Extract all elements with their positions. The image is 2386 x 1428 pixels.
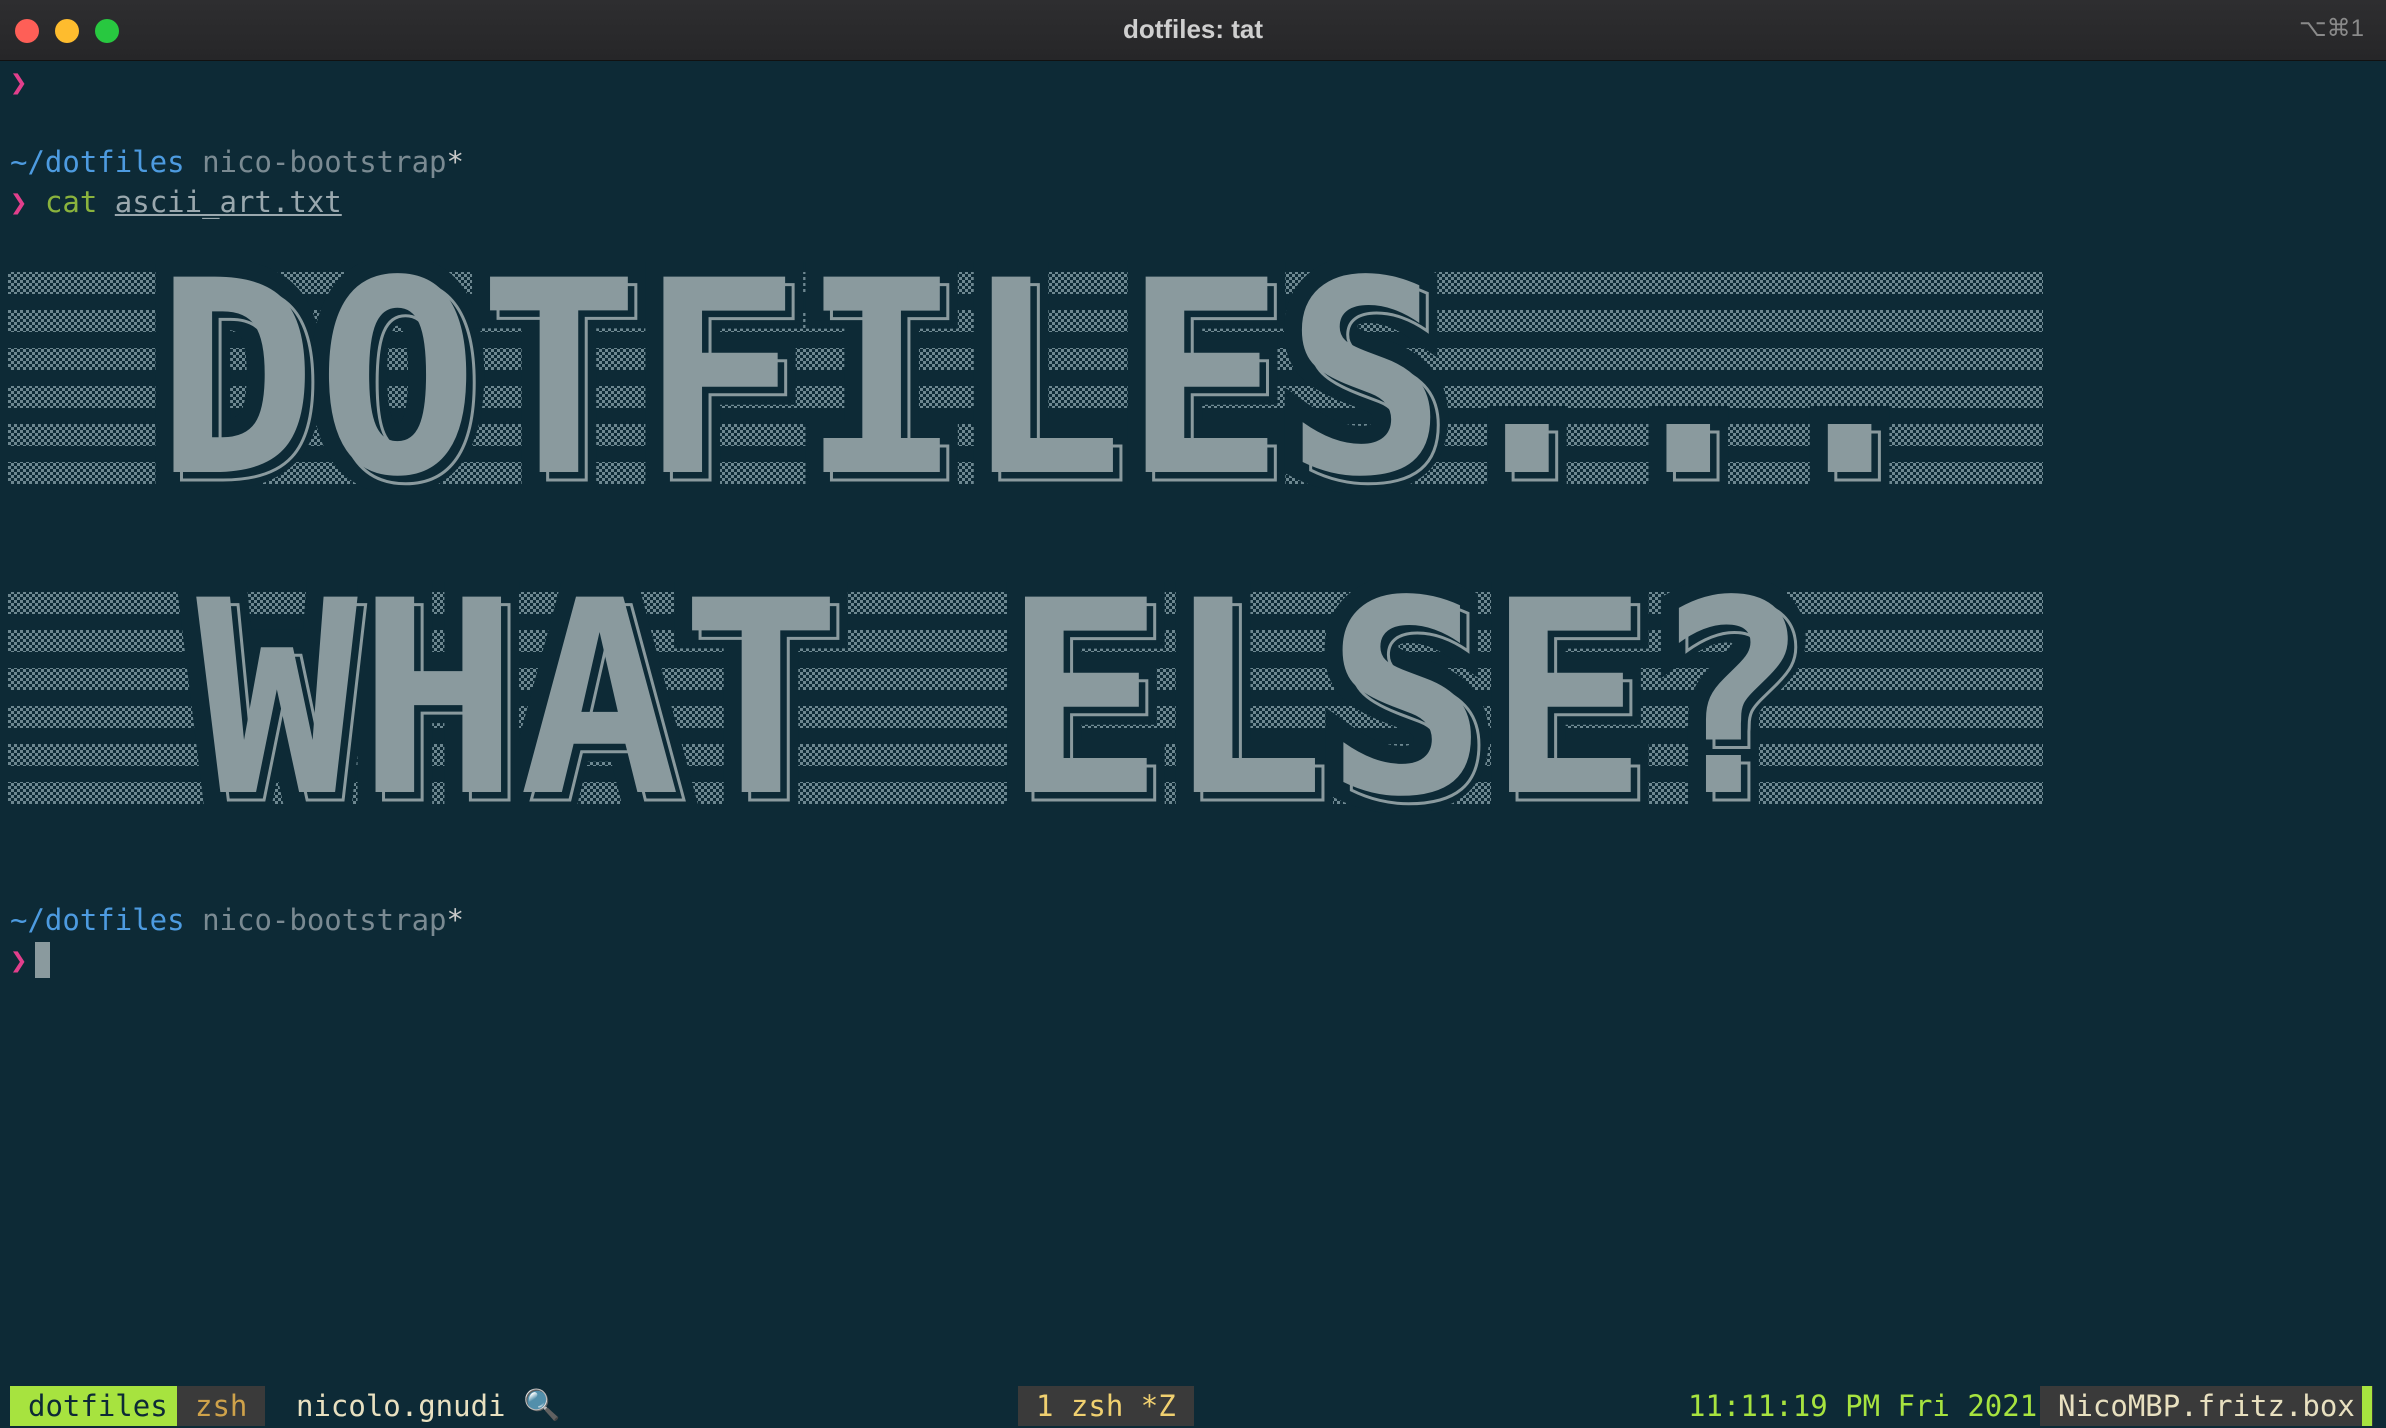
active-prompt-line: ❯ [10,940,51,980]
hostname: NicoMBP.fritz.box [2040,1386,2373,1426]
text-cursor [35,942,51,978]
prompt-info-1: ~/dotfiles nico-bootstrap* [10,142,464,182]
command-line: ❯ cat ascii_art.txt [10,182,342,222]
git-dirty-marker: * [446,903,464,937]
git-branch: nico-bootstrap [202,903,447,937]
prompt-symbol: ❯ [10,185,28,219]
username: nicolo.gnudi [296,1389,506,1423]
ascii-art-line-1: DOTFILES... DOTFILES... DOTFILES... [8,262,2043,502]
datetime: 11:11:19 PM Fri 2021 [1688,1389,2038,1423]
prompt-path: ~/dotfiles [10,145,185,179]
window-title: dotfiles: tat [1122,14,1264,44]
prompt-info-2: ~/dotfiles nico-bootstrap* [10,900,464,940]
prompt-line-empty: ❯ [10,62,27,102]
git-branch: nico-bootstrap [202,145,447,179]
tmux-status-bar: dotfiles zsh nicolo.gnudi 🔍 1 zsh *Z 11:… [0,1382,2386,1428]
search-icon[interactable]: 🔍 [505,1386,578,1426]
ascii-art-line-2: WHAT ELSE? WHAT ELSE? WHAT ELSE? [8,582,2043,822]
prompt-symbol: ❯ [10,65,28,99]
status-edge-marker [2362,1386,2372,1426]
command-argument: ascii_art.txt [114,185,342,219]
ascii-art-text-1: DOTFILES... [156,262,1931,502]
session-name[interactable]: dotfiles [10,1386,186,1426]
ascii-art-banner-2: WHAT ELSE? WHAT ELSE? WHAT ELSE? [8,582,2043,822]
ascii-art-banner-1: DOTFILES... DOTFILES... DOTFILES... [8,262,2043,502]
title-bar: dotfiles: tat ⌥⌘1 [0,0,2386,61]
window-tab-1[interactable]: 1 zsh *Z [1018,1386,1194,1426]
prompt-symbol: ❯ [10,943,28,977]
terminal-window: dotfiles: tat ⌥⌘1 ❯ ~/dotfiles nico-boot… [0,0,2386,1428]
ascii-art-text-2: WHAT ELSE? [196,582,1810,822]
git-dirty-marker: * [446,145,464,179]
command-name: cat [44,185,98,219]
shell-name: zsh [177,1386,266,1426]
prompt-path: ~/dotfiles [10,903,185,937]
window-shortcut: ⌥⌘1 [2298,15,2364,42]
